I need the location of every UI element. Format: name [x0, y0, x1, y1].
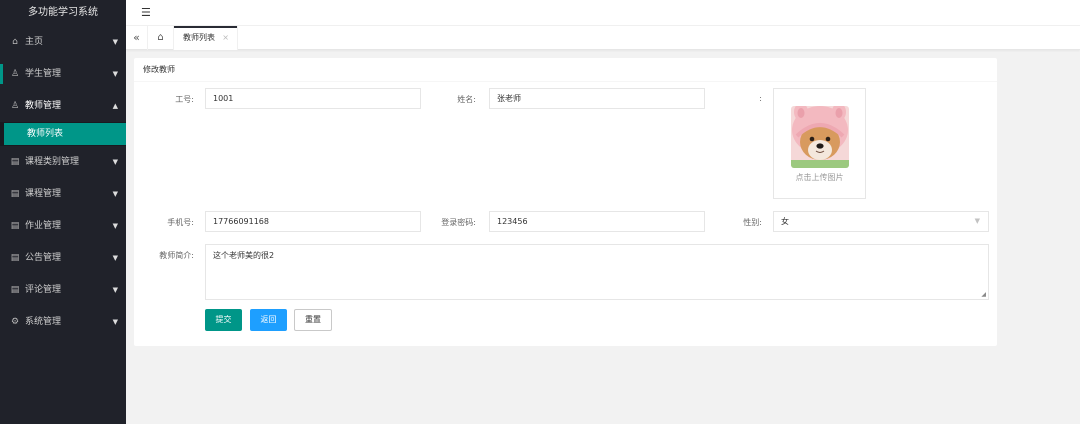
sidebar-item-label: 作业管理 — [25, 221, 62, 231]
chevron-down-icon: ▼ — [112, 158, 118, 166]
sidebar-item-course-categories[interactable]: ▤ 课程类别管理 ▼ — [0, 146, 126, 178]
sidebar-item-label: 评论管理 — [25, 285, 62, 295]
list-icon: ▤ — [10, 285, 20, 295]
gender-selected-value: 女 — [781, 217, 789, 226]
sidebar-item-home[interactable]: ⌂ 主页 ▼ — [0, 26, 126, 58]
reset-button[interactable]: 重置 — [294, 309, 332, 331]
sidebar-item-label: 学生管理 — [25, 69, 62, 79]
chevron-up-icon: ▲ — [112, 102, 118, 110]
work-id-input[interactable]: 1001 — [205, 88, 421, 109]
chevron-down-icon: ▼ — [112, 190, 118, 198]
tab-teacher-list[interactable]: 教师列表 × — [174, 26, 238, 50]
sidebar: 多功能学习系统 ⌂ 主页 ▼ ♙ 学生管理 ▼ ♙ 教师管理 ▲ 教师列表 ▤ … — [0, 0, 126, 424]
sidebar-item-label: 课程类别管理 — [25, 157, 80, 167]
gender-select[interactable]: 女 ▼ — [773, 211, 989, 232]
sidebar-item-homework[interactable]: ▤ 作业管理 ▼ — [0, 210, 126, 242]
intro-text: 这个老师美的很2 — [213, 251, 275, 260]
sidebar-item-teachers[interactable]: ♙ 教师管理 ▲ — [0, 90, 126, 122]
sidebar-item-announcements[interactable]: ▤ 公告管理 ▼ — [0, 242, 126, 274]
dog-avatar-image — [791, 106, 849, 168]
name-label: 姓名: — [457, 95, 476, 104]
chevron-down-icon: ▼ — [112, 286, 118, 294]
list-icon: ▤ — [10, 157, 20, 167]
app-title: 多功能学习系统 — [0, 0, 126, 26]
chevron-down-icon: ▼ — [112, 222, 118, 230]
sidebar-item-label: 教师管理 — [25, 101, 62, 111]
card-title: 修改教师 — [134, 58, 997, 82]
sidebar-item-label: 系统管理 — [25, 317, 62, 327]
list-icon: ▤ — [10, 189, 20, 199]
user-icon: ♙ — [10, 101, 20, 111]
intro-textarea[interactable]: 这个老师美的很2 ◢ — [205, 244, 989, 300]
submenu: 教师列表 — [0, 122, 126, 146]
edit-teacher-card: 修改教师 工号: 1001 姓名: 张老师 : 点击上传图片 手机号: 1776… — [134, 58, 997, 346]
intro-label: 教师简介: — [159, 251, 194, 260]
photo-upload[interactable]: 点击上传图片 — [773, 88, 866, 199]
close-icon[interactable]: × — [222, 26, 229, 50]
phone-input[interactable]: 17766091168 — [205, 211, 421, 232]
list-icon: ▤ — [10, 253, 20, 263]
chevron-down-icon: ▼ — [112, 38, 118, 46]
menu-toggle-icon[interactable]: ☰ — [141, 6, 151, 19]
gender-label: 性别: — [743, 218, 762, 227]
resize-handle-icon[interactable]: ◢ — [981, 291, 986, 298]
sidebar-item-label: 课程管理 — [25, 189, 62, 199]
name-input[interactable]: 张老师 — [489, 88, 705, 109]
chevron-down-icon: ▼ — [112, 70, 118, 78]
sidebar-item-label: 公告管理 — [25, 253, 62, 263]
sidebar-subitem-teacher-list[interactable]: 教师列表 — [4, 123, 126, 145]
back-button[interactable]: 返回 — [250, 309, 287, 331]
list-icon: ▤ — [10, 221, 20, 231]
home-icon: ⌂ — [12, 37, 18, 47]
submit-button[interactable]: 提交 — [205, 309, 242, 331]
home-tab-icon[interactable]: ⌂ — [148, 26, 174, 50]
user-icon: ♙ — [10, 69, 20, 79]
password-label: 登录密码: — [441, 218, 476, 227]
sidebar-item-comments[interactable]: ▤ 评论管理 ▼ — [0, 274, 126, 306]
teacher-photo — [791, 106, 849, 168]
photo-label: : — [759, 94, 762, 103]
chevron-down-icon: ▼ — [974, 217, 980, 225]
phone-label: 手机号: — [167, 218, 194, 227]
chevron-down-icon: ▼ — [112, 254, 118, 262]
tabs-scroll-left-icon[interactable]: « — [126, 26, 148, 50]
gear-icon: ⚙ — [10, 317, 20, 327]
tabs-bar: « ⌂ 教师列表 × — [126, 26, 1080, 50]
upload-hint: 点击上传图片 — [795, 173, 844, 182]
active-indicator — [0, 64, 3, 84]
top-header: ☰ — [126, 0, 1080, 26]
tab-label: 教师列表 — [183, 33, 215, 42]
password-input[interactable]: 123456 — [489, 211, 705, 232]
chevron-down-icon: ▼ — [112, 318, 118, 326]
sidebar-item-label: 主页 — [25, 37, 44, 47]
sidebar-item-courses[interactable]: ▤ 课程管理 ▼ — [0, 178, 126, 210]
sidebar-item-system[interactable]: ⚙ 系统管理 ▼ — [0, 306, 126, 338]
work-id-label: 工号: — [175, 95, 194, 104]
sidebar-item-students[interactable]: ♙ 学生管理 ▼ — [0, 58, 126, 90]
